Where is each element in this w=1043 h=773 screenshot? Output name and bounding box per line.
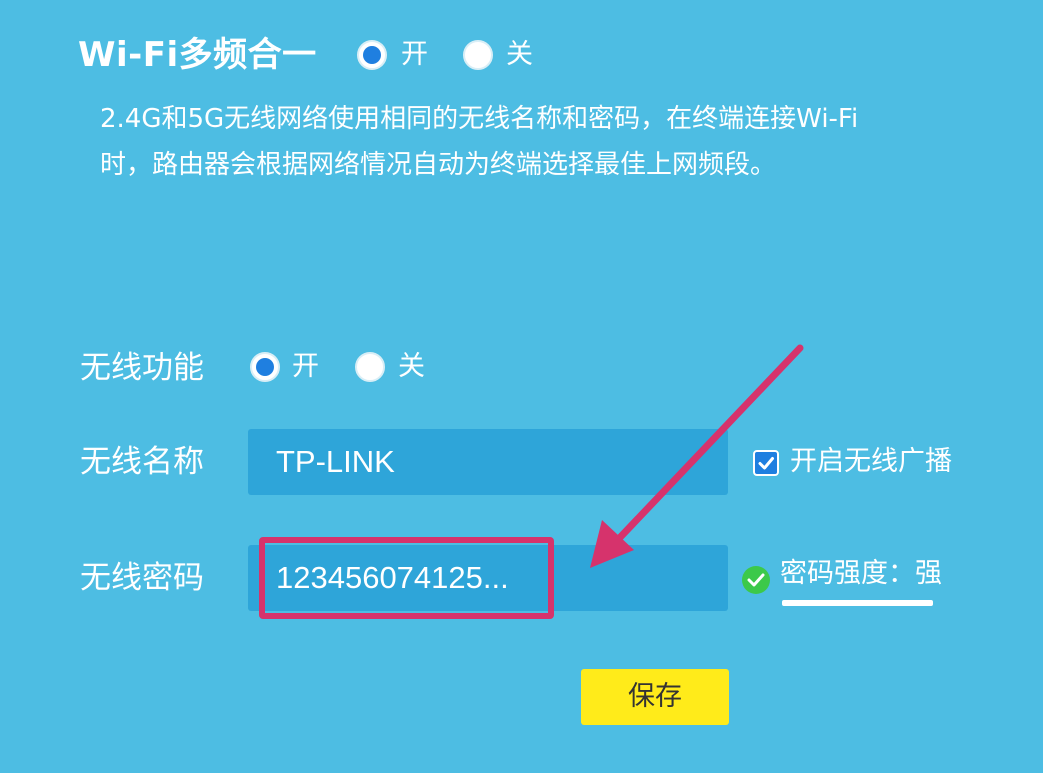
wireless-password-label: 无线密码: [80, 560, 204, 596]
check-icon: [758, 457, 774, 470]
check-circle-icon: [742, 566, 770, 594]
multiband-on-label: 开: [401, 39, 428, 70]
multiband-off-radio[interactable]: [463, 40, 493, 70]
multiband-title: Wi-Fi多频合一: [78, 35, 317, 75]
multiband-description: 2.4G和5G无线网络使用相同的无线名称和密码，在终端连接Wi-Fi时，路由器会…: [100, 104, 859, 180]
wireless-name-input[interactable]: TP-LINK: [248, 429, 728, 495]
annotation-highlight-box: [259, 537, 554, 619]
multiband-off-label: 关: [506, 39, 533, 70]
wireless-off-label: 关: [398, 351, 425, 382]
wireless-name-label: 无线名称: [80, 444, 204, 480]
wireless-function-label: 无线功能: [80, 350, 204, 386]
wireless-on-label: 开: [292, 351, 319, 382]
broadcast-checkbox[interactable]: [753, 450, 779, 476]
wireless-off-radio[interactable]: [355, 352, 385, 382]
wireless-on-radio[interactable]: [250, 352, 280, 382]
password-strength-bar: [782, 600, 933, 606]
password-strength-label: 密码强度：强: [780, 558, 942, 589]
multiband-on-radio[interactable]: [357, 40, 387, 70]
save-button[interactable]: 保存: [581, 669, 729, 725]
broadcast-label: 开启无线广播: [790, 446, 952, 477]
